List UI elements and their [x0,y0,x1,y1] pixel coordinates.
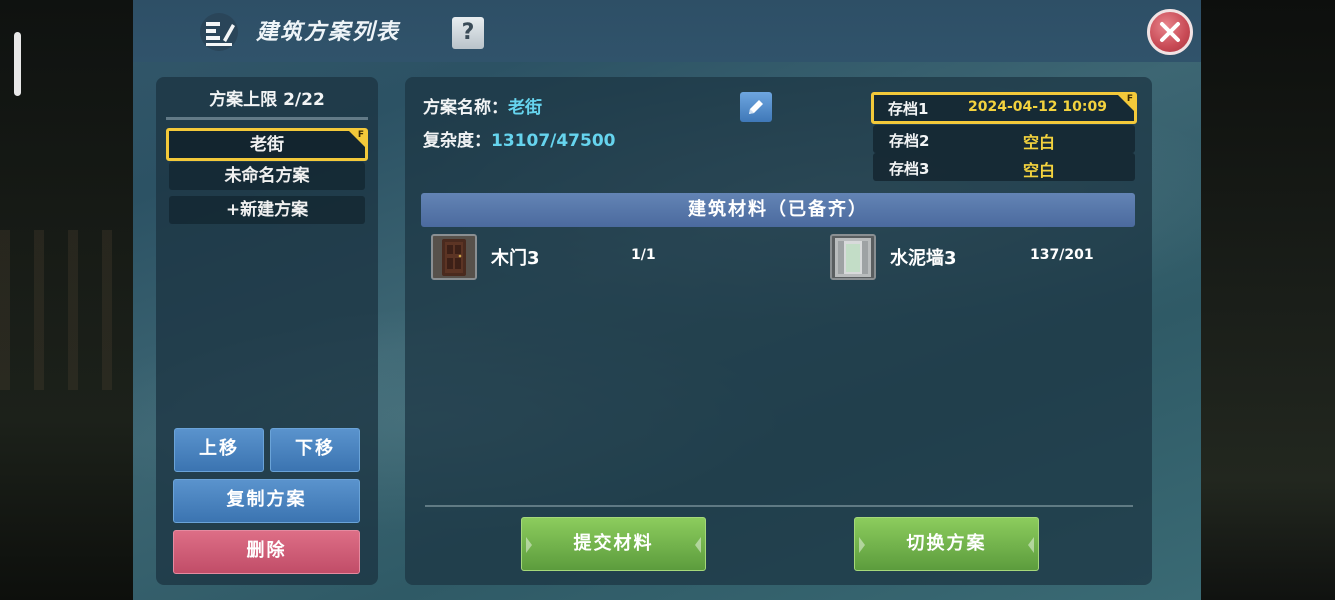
close-icon [1160,22,1180,42]
favorite-corner-badge: F [1118,94,1134,111]
move-up-button[interactable]: 上移 [174,428,264,472]
plan-item-unnamed[interactable]: 未命名方案 [169,162,365,190]
plan-name-label: 方案名称： [423,98,508,118]
plan-item-label: 老街 [250,135,284,155]
material-name: 木门3 [491,248,540,269]
complexity-value: 13107/47500 [491,131,616,151]
material-count: 137/201 [1030,247,1094,263]
new-plan-label: +新建方案 [225,200,309,220]
edit-name-button[interactable] [740,92,772,122]
save-slot-timestamp: 2024-04-12 10:09 [968,99,1107,115]
submit-materials-button[interactable]: 提交材料 [521,517,706,571]
save-slot-3[interactable]: 存档3 空白 [873,153,1135,181]
help-button[interactable]: ? [452,17,484,49]
plan-list-panel: 方案上限 2/22 老街 F 未命名方案 +新建方案 上移 下移 复制方案 删除 [156,77,378,585]
materials-header: 建筑材料（已备齐） [421,193,1135,227]
plan-name-row: 方案名称：老街 [423,93,542,118]
complexity-label: 复杂度： [423,131,491,151]
background-scene-right [1201,0,1335,600]
save-slot-status: 空白 [1023,161,1056,180]
copy-plan-button[interactable]: 复制方案 [173,479,360,523]
blueprint-icon [200,13,238,51]
switch-plan-button[interactable]: 切换方案 [854,517,1039,571]
save-slot-status: 空白 [1023,133,1056,152]
save-slot-label: 存档3 [889,160,930,178]
delete-plan-button[interactable]: 删除 [173,530,360,574]
material-count: 1/1 [631,247,656,263]
move-down-button[interactable]: 下移 [270,428,360,472]
cement-wall-icon [830,234,876,280]
plan-limit-label: 方案上限 2/22 [209,90,325,110]
fence-silhouette [0,230,133,390]
material-item[interactable]: 木门3 1/1 [431,234,791,282]
material-name: 水泥墙3 [890,248,957,269]
title-bar: 建筑方案列表 ? [133,0,1201,62]
plan-item-old-street[interactable]: 老街 F [166,128,368,161]
plan-detail-panel: 方案名称：老街 复杂度：13107/47500 存档1 2024-04-12 1… [405,77,1152,585]
save-slot-2[interactable]: 存档2 空白 [873,125,1135,153]
save-slot-1[interactable]: 存档1 2024-04-12 10:09 F [871,92,1137,124]
blueprint-list-window: 建筑方案列表 ? 方案上限 2/22 老街 F 未命名方案 +新建方案 上移 下… [133,0,1201,600]
plan-name-value: 老街 [508,98,542,118]
save-slot-label: 存档2 [889,132,930,150]
favorite-corner-badge: F [349,130,365,147]
complexity-row: 复杂度：13107/47500 [423,126,616,151]
wooden-door-icon [431,234,477,280]
save-slot-label: 存档1 [888,100,929,118]
pencil-icon [749,100,763,114]
plan-item-label: 未命名方案 [224,166,310,186]
divider [166,117,368,120]
close-button[interactable] [1147,9,1193,55]
material-item[interactable]: 水泥墙3 137/201 [830,234,1135,282]
new-plan-button[interactable]: +新建方案 [169,196,365,224]
side-drawer-handle[interactable] [14,32,21,96]
background-scene-left [0,0,133,600]
window-title: 建筑方案列表 [256,20,401,45]
divider [425,505,1133,507]
